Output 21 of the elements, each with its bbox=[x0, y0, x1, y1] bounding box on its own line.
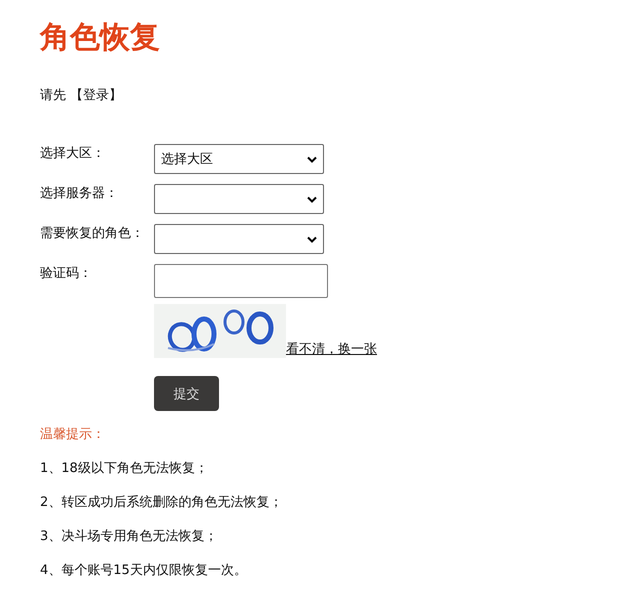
field-label: 验证码： bbox=[40, 265, 93, 283]
tip-text: 1、18级以下角色无法恢复； bbox=[40, 460, 209, 478]
field-label: 需要恢复的角色： bbox=[40, 225, 145, 243]
tip-text: 4、每个账号15天内仅限恢复一次。 bbox=[40, 562, 248, 580]
field-label: 选择服务器： bbox=[40, 185, 119, 203]
chevron-down-icon bbox=[307, 236, 317, 242]
tip-text: 3、决斗场专用角色无法恢复； bbox=[40, 528, 218, 546]
page-title: 角色恢复 bbox=[40, 19, 161, 57]
submit-button[interactable]: 提交 bbox=[154, 376, 219, 411]
tip-text: 2、转区成功后系统删除的角色无法恢复； bbox=[40, 494, 284, 512]
dropdown[interactable] bbox=[154, 184, 324, 214]
chevron-down-icon bbox=[307, 196, 317, 202]
chevron-down-icon bbox=[307, 156, 317, 162]
dropdown[interactable]: 选择大区 bbox=[154, 144, 324, 174]
dropdown[interactable] bbox=[154, 224, 324, 254]
refresh-captcha-link[interactable]: 看不清，换一张 bbox=[286, 342, 377, 358]
input-field[interactable] bbox=[154, 264, 328, 298]
login-prompt: 请先 bbox=[40, 88, 66, 103]
field-label: 选择大区： bbox=[40, 145, 106, 163]
login-link[interactable]: 【登录】 bbox=[70, 88, 122, 103]
tips-heading: 温馨提示： bbox=[40, 426, 106, 444]
